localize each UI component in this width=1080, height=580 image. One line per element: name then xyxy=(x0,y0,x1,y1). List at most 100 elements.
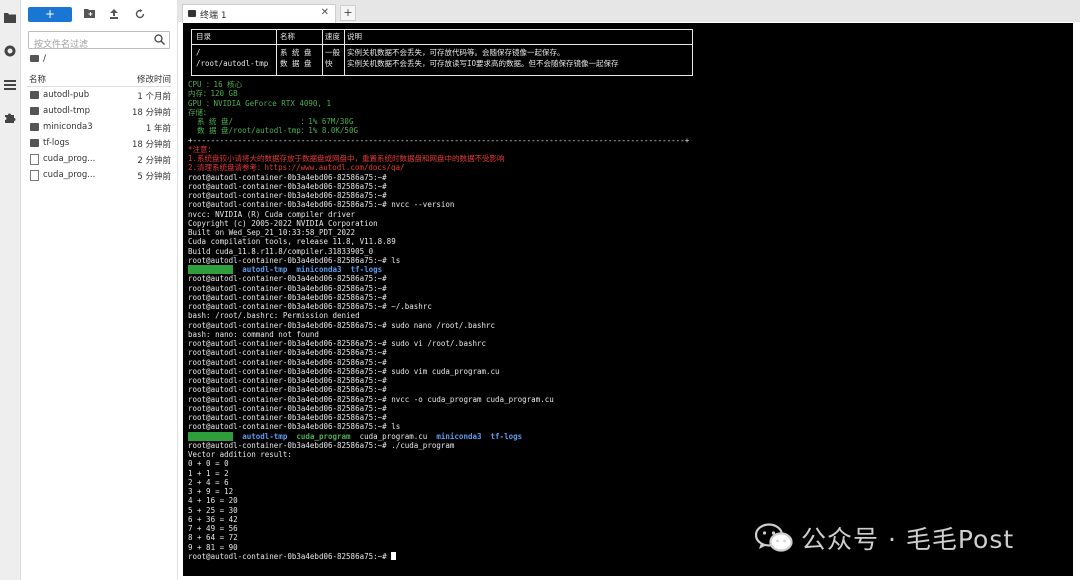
folder-icon xyxy=(30,55,39,62)
terminal-icon xyxy=(188,10,196,17)
terminal-line: 内存：120 GB xyxy=(188,89,689,98)
terminal-text: bash: nano: command not found xyxy=(188,329,319,339)
terminal-text: root@autodl-container-0b3a4ebd06-82586a7… xyxy=(188,422,401,432)
terminal-text: autodl-tmp xyxy=(242,265,288,274)
file-icon xyxy=(30,170,39,181)
tab-bar: 终端 1 ✕ + xyxy=(178,0,1080,23)
terminal-line: *注意： xyxy=(188,145,689,154)
terminal-text: +---------------------------------------… xyxy=(188,135,690,145)
file-icon xyxy=(30,154,39,165)
terminal-text: miniconda3 xyxy=(296,265,342,274)
extension-icon[interactable] xyxy=(3,112,17,126)
terminal-line: root@autodl-container-0b3a4ebd06-82586a7… xyxy=(188,385,689,394)
terminal-line: root@autodl-container-0b3a4ebd06-82586a7… xyxy=(188,182,689,191)
terminal-line: root@autodl-container-0b3a4ebd06-82586a7… xyxy=(188,376,689,385)
terminal-text: GPU ：NVIDIA GeForce RTX 4090, 1 xyxy=(188,98,331,108)
terminal-text: 2.清理系统盘请参考：https://www.autodl.com/docs/q… xyxy=(188,163,405,173)
terminal-line: root@autodl-container-0b3a4ebd06-82586a7… xyxy=(188,404,689,413)
file-row[interactable]: cuda_prog... 2 分钟前 xyxy=(27,152,171,167)
column-modified-header[interactable]: 修改时间 xyxy=(137,73,171,85)
file-row[interactable]: cuda_prog... 5 分钟前 xyxy=(27,168,171,183)
folder-icon[interactable] xyxy=(3,12,17,26)
terminal-text: autodl-pub xyxy=(188,265,234,274)
terminal-line: root@autodl-container-0b3a4ebd06-82586a7… xyxy=(188,441,689,450)
terminal-text: root@autodl-container-0b3a4ebd06-82586a7… xyxy=(188,551,392,561)
terminal-text: 2 + 4 = 6 xyxy=(188,477,229,487)
storage-dir: / xyxy=(196,48,201,57)
filter-field[interactable] xyxy=(28,31,170,52)
folder-icon xyxy=(30,91,39,99)
file-modified: 1 年前 xyxy=(145,124,171,134)
breadcrumb[interactable]: / xyxy=(30,54,46,64)
terminal-text: root@autodl-container-0b3a4ebd06-82586a7… xyxy=(188,394,554,404)
new-launcher-button[interactable]: + xyxy=(28,7,72,22)
watermark: 公众号 · 毛毛Post xyxy=(755,518,1014,558)
terminal-text: root@autodl-container-0b3a4ebd06-82586a7… xyxy=(188,413,387,422)
tab-terminal-1[interactable]: 终端 1 ✕ xyxy=(182,4,336,23)
terminal-line: 3 + 9 = 12 xyxy=(188,487,689,496)
storage-name: 系 统 盘 xyxy=(280,48,312,57)
storage-speed: 快 xyxy=(325,59,333,68)
file-row[interactable]: autodl-pub 1 个月前 xyxy=(27,88,171,103)
terminal-line: 4 + 16 = 20 xyxy=(188,496,689,505)
terminal-text: cuda_program.cu xyxy=(350,431,437,441)
terminal-line: root@autodl-container-0b3a4ebd06-82586a7… xyxy=(188,422,689,431)
terminal-line: Vector addition result: xyxy=(188,450,689,459)
terminal-text: root@autodl-container-0b3a4ebd06-82586a7… xyxy=(188,376,387,385)
storage-header-name: 名称 xyxy=(280,32,295,41)
close-icon[interactable]: ✕ xyxy=(321,7,329,18)
terminal-text: 9 + 81 = 90 xyxy=(188,542,238,552)
terminal-text: CPU ：16 核心 xyxy=(188,80,243,89)
terminal-text: cuda_program xyxy=(296,431,351,441)
refresh-icon[interactable] xyxy=(134,9,146,21)
filter-input[interactable] xyxy=(29,37,154,52)
file-row[interactable]: tf-logs 18 分钟前 xyxy=(27,136,171,151)
storage-speed: 一般 xyxy=(325,48,340,57)
column-name-header[interactable]: 名称 xyxy=(29,73,46,85)
breadcrumb-root[interactable]: / xyxy=(43,54,46,64)
watermark-text: 公众号 · 毛毛Post xyxy=(801,525,1015,554)
terminal-line: Built on Wed_Sep_21_10:33:58_PDT_2022 xyxy=(188,228,689,237)
file-list-header: 名称 修改时间 xyxy=(27,72,171,87)
terminal-text: Build cuda_11.8.r11.8/compiler.31833905_… xyxy=(188,246,374,256)
file-row[interactable]: autodl-tmp 18 分钟前 xyxy=(27,104,171,119)
terminal-line: root@autodl-container-0b3a4ebd06-82586a7… xyxy=(188,551,689,561)
terminal-line: root@autodl-container-0b3a4ebd06-82586a7… xyxy=(188,358,689,367)
file-browser: + / 名称 修改时间 autodl-pub 1 个月前 autodl-tmp … xyxy=(21,0,178,580)
terminal-line: 1.系统盘较小请将大的数据存放于数据盘或网盘中，重置系统时数据盘和网盘中的数据不… xyxy=(188,154,689,163)
terminal-cursor xyxy=(391,551,397,560)
terminal[interactable]: 目录 名称 速度 说明 / 系 统 盘 一般 实例关机数据不会丢失，可存放代码等… xyxy=(183,23,1073,576)
add-tab-button[interactable]: + xyxy=(340,5,356,21)
file-modified: 1 个月前 xyxy=(137,92,171,102)
new-folder-icon[interactable] xyxy=(83,9,95,21)
terminal-text: 4 + 16 = 20 xyxy=(188,496,238,506)
terminal-text: root@autodl-container-0b3a4ebd06-82586a7… xyxy=(188,320,496,330)
terminal-text: 5 + 25 = 30 xyxy=(188,505,238,515)
terminal-text: Cuda compilation tools, release 11.8, V1… xyxy=(188,237,396,247)
terminal-line: root@autodl-container-0b3a4ebd06-82586a7… xyxy=(188,173,689,182)
terminal-text: 存储： xyxy=(188,107,211,117)
terminal-line: 8 + 64 = 72 xyxy=(188,533,689,542)
terminal-line: root@autodl-container-0b3a4ebd06-82586a7… xyxy=(188,395,689,404)
storage-desc: 实例关机数据不会丢失，可存放读写IO要求高的数据。但不会随保存镜像一起保存 xyxy=(347,59,619,68)
upload-icon[interactable] xyxy=(108,9,120,21)
running-icon[interactable] xyxy=(3,45,17,59)
terminal-line: 2 + 4 = 6 xyxy=(188,478,689,487)
storage-name: 数 据 盘 xyxy=(280,59,312,68)
terminal-output: CPU ：16 核心 内存：120 GB GPU ：NVIDIA GeForce R… xyxy=(188,80,689,561)
terminal-text: root@autodl-container-0b3a4ebd06-82586a7… xyxy=(188,255,401,265)
terminal-text: autodl-tmp xyxy=(242,431,288,441)
file-name: miniconda3 xyxy=(43,122,93,132)
terminal-text: Built on Wed_Sep_21_10:33:58_PDT_2022 xyxy=(188,228,356,237)
storage-header-desc: 说明 xyxy=(347,32,362,41)
file-name: cuda_prog... xyxy=(43,154,96,164)
terminal-line: Build cuda_11.8.r11.8/compiler.31833905_… xyxy=(188,247,689,256)
activity-bar xyxy=(0,0,21,580)
list-icon[interactable] xyxy=(3,79,17,93)
folder-icon xyxy=(30,107,39,115)
terminal-text: root@autodl-container-0b3a4ebd06-82586a7… xyxy=(188,357,387,367)
file-row[interactable]: miniconda3 1 年前 xyxy=(27,120,171,135)
